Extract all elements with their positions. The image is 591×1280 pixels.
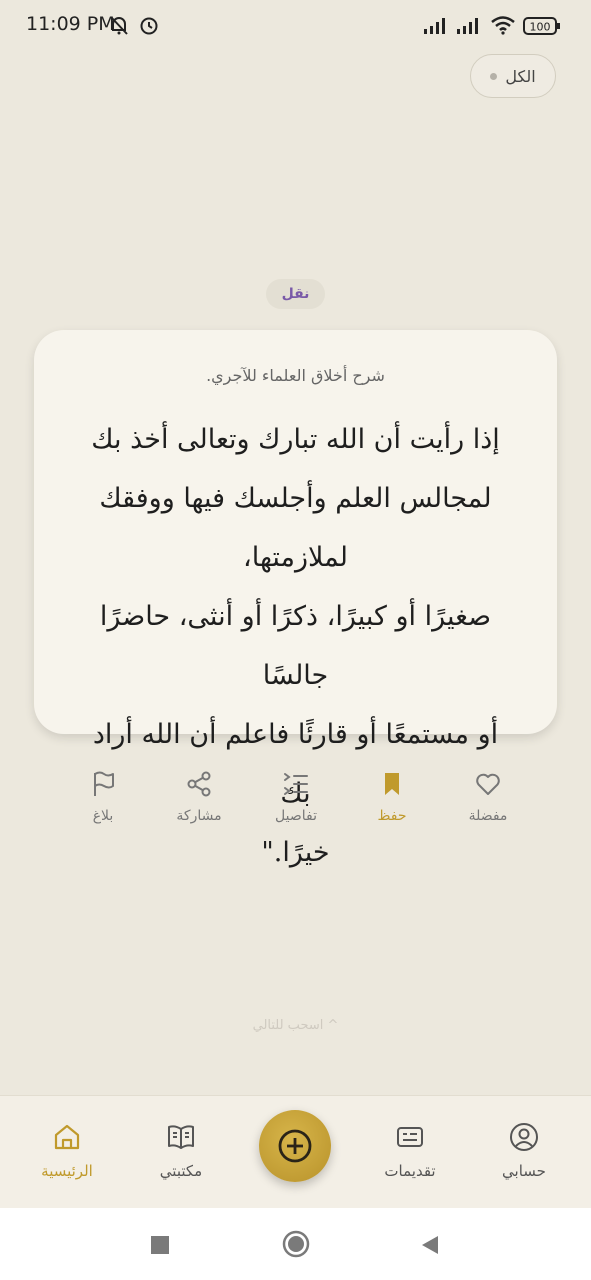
status-bar: 11:09 PM 100 xyxy=(0,0,591,52)
circle-icon xyxy=(282,1230,310,1258)
nav-account-label: حسابي xyxy=(502,1162,546,1180)
system-nav-bar xyxy=(0,1208,591,1280)
quote-source: شرح أخلاق العلماء للآجري. xyxy=(206,366,385,385)
nav-library-label: مكتبتي xyxy=(159,1162,203,1180)
wifi-icon xyxy=(490,15,516,39)
details-label: تفاصيل xyxy=(275,808,317,824)
report-label: بلاغ xyxy=(92,808,114,824)
filter-dot-icon xyxy=(490,72,498,80)
recents-button[interactable] xyxy=(150,1235,170,1259)
battery-level: 100 xyxy=(530,21,551,34)
swipe-hint: ^ اسحب للتالي xyxy=(252,1018,339,1033)
back-button[interactable] xyxy=(419,1234,441,1260)
back-triangle-icon xyxy=(422,1236,438,1254)
mute-icon xyxy=(108,14,130,40)
battery-icon: 100 xyxy=(523,16,561,40)
nav-home[interactable]: الرئيسية xyxy=(12,1122,122,1180)
save-button[interactable]: حفظ xyxy=(347,770,437,824)
quote-card: شرح أخلاق العلماء للآجري. إذا رأيت أن ال… xyxy=(34,330,557,868)
list-details-icon xyxy=(284,773,308,795)
filter-label: الكل xyxy=(505,66,536,86)
favorite-label: مفضلة xyxy=(468,808,508,824)
signal-icon xyxy=(423,17,449,39)
add-button[interactable] xyxy=(259,1110,331,1182)
nav-submissions-label: تقديمات xyxy=(384,1162,436,1180)
category-tag: نقل xyxy=(266,279,325,309)
status-time: 11:09 PM xyxy=(26,13,115,35)
quote-line: صغيرًا أو كبيرًا، ذكرًا أو أنثى، حاضرًا … xyxy=(99,601,492,691)
submissions-icon xyxy=(397,1127,423,1147)
plus-circle-icon xyxy=(278,1129,312,1163)
home-system-button[interactable] xyxy=(282,1230,310,1262)
bookmark-icon xyxy=(385,773,399,795)
favorite-button[interactable]: مفضلة xyxy=(443,770,533,824)
book-icon xyxy=(168,1125,194,1149)
nav-library[interactable]: مكتبتي xyxy=(126,1122,236,1180)
filter-all-chip[interactable]: الكل xyxy=(470,54,556,98)
quote-line: لمجالس العلم وأجلسك فيها ووفقك لملازمتها… xyxy=(99,483,492,573)
report-button[interactable]: بلاغ xyxy=(58,770,148,824)
share-icon xyxy=(187,771,211,797)
nav-account[interactable]: حسابي xyxy=(469,1122,579,1180)
save-label: حفظ xyxy=(377,808,407,824)
alarm-icon xyxy=(138,14,160,40)
quote-line: إذا رأيت أن الله تبارك وتعالى أخذ بك xyxy=(91,424,500,455)
nav-submissions[interactable]: تقديمات xyxy=(355,1122,465,1180)
share-label: مشاركة xyxy=(176,808,222,824)
signal-icon-2 xyxy=(456,17,482,39)
nav-home-label: الرئيسية xyxy=(41,1162,93,1180)
user-circle-icon xyxy=(510,1123,538,1151)
heart-icon xyxy=(476,773,500,795)
details-button[interactable]: تفاصيل xyxy=(251,770,341,824)
home-icon xyxy=(54,1124,80,1150)
square-icon xyxy=(151,1236,169,1254)
flag-icon xyxy=(94,771,114,796)
action-bar: مفضلة حفظ تفاصيل مشاركة بلاغ xyxy=(0,770,591,840)
share-button[interactable]: مشاركة xyxy=(154,770,244,824)
